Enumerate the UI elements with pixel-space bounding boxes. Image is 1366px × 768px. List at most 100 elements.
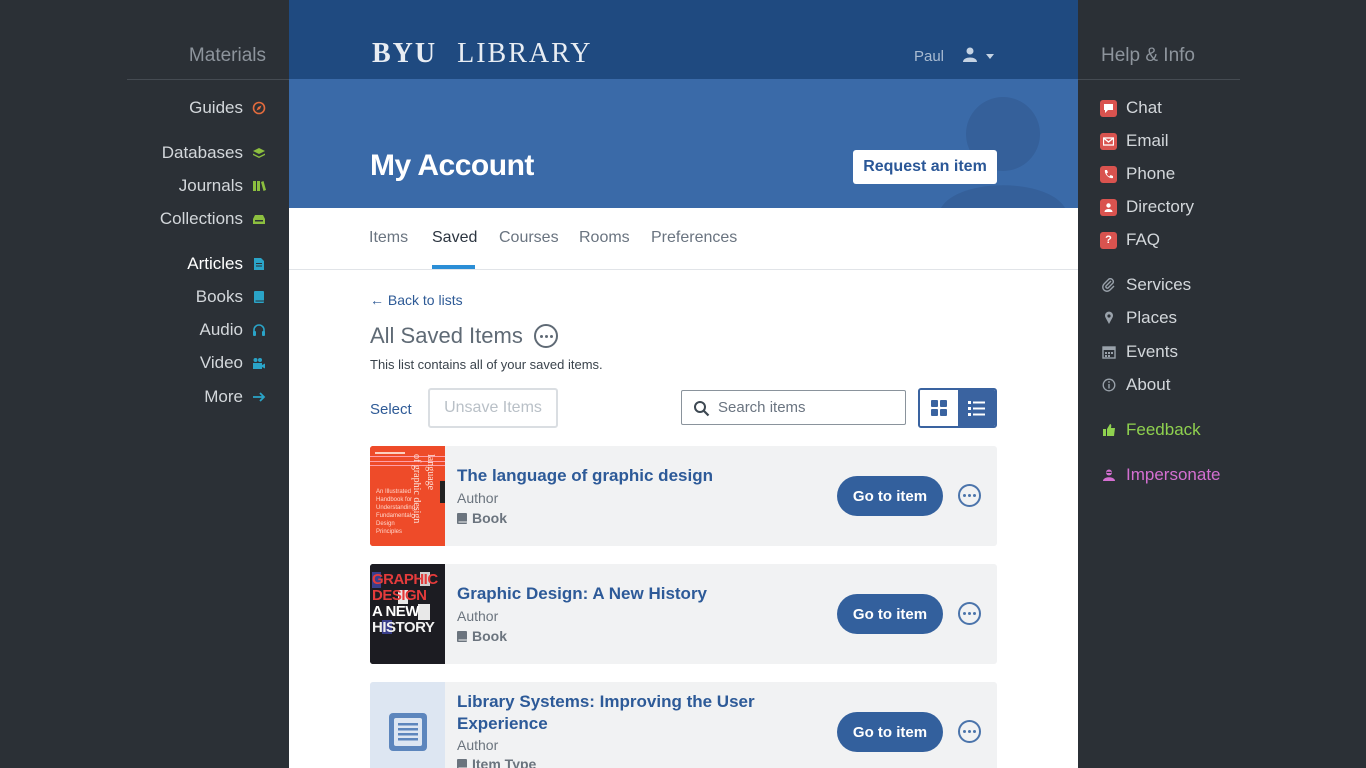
saved-item-card: Library Systems: Improving the User Expe… xyxy=(370,682,997,768)
view-toggle xyxy=(918,388,997,428)
sidebar-item-feedback[interactable]: Feedback xyxy=(1100,420,1201,440)
tab-items[interactable]: Items xyxy=(369,229,408,247)
sidebar-item-services[interactable]: Services xyxy=(1100,275,1191,295)
help-info-divider xyxy=(1078,79,1240,80)
main-panel: BYU LIBRARY Paul My Account Request an i… xyxy=(289,0,1078,768)
item-title-link[interactable]: Library Systems: Improving the User Expe… xyxy=(457,691,757,735)
item-options-icon[interactable] xyxy=(958,484,981,507)
sidebar-item-directory[interactable]: Directory xyxy=(1100,197,1194,217)
sidebar-item-books[interactable]: Books xyxy=(196,287,266,307)
sidebar-item-audio[interactable]: Audio xyxy=(200,320,266,340)
item-type-label: Book xyxy=(472,628,507,644)
sidebar-item-journals[interactable]: Journals xyxy=(179,176,266,196)
grid-view-button[interactable] xyxy=(920,390,958,426)
cover-title-1: language xyxy=(425,454,436,491)
journals-icon xyxy=(252,179,266,193)
sidebar-item-label: Chat xyxy=(1126,98,1162,117)
headphones-icon xyxy=(252,323,266,337)
search-field xyxy=(681,390,906,425)
sidebar-item-guides[interactable]: Guides xyxy=(189,98,266,118)
help-info-heading: Help & Info xyxy=(1101,45,1195,66)
user-icon xyxy=(962,46,978,67)
item-title-link[interactable]: Graphic Design: A New History xyxy=(457,583,757,605)
right-sidebar: Help & Info Chat Email Phone Directory ?… xyxy=(1078,0,1366,768)
user-name: Paul xyxy=(913,48,944,65)
saved-item-card: GRAPHIC DESIGN A NEW HISTORY Graphic Des… xyxy=(370,564,997,664)
go-to-item-button[interactable]: Go to item xyxy=(837,476,943,516)
tab-courses[interactable]: Courses xyxy=(499,229,559,247)
sidebar-item-label: Places xyxy=(1126,308,1178,327)
sidebar-item-label: Feedback xyxy=(1126,420,1201,439)
layers-icon xyxy=(252,146,266,160)
book-icon xyxy=(457,512,467,524)
info-icon xyxy=(1100,377,1117,394)
chat-icon xyxy=(1100,99,1117,117)
item-thumbnail[interactable] xyxy=(370,682,445,768)
item-type: Book xyxy=(457,510,507,526)
sidebar-item-label: Books xyxy=(195,287,243,306)
tab-saved[interactable]: Saved xyxy=(432,229,477,247)
request-item-button[interactable]: Request an item xyxy=(853,150,997,184)
document-icon xyxy=(389,713,427,751)
article-icon xyxy=(252,257,266,271)
user-menu[interactable]: Paul xyxy=(914,46,994,67)
logo-byu: BYU xyxy=(372,38,438,69)
sidebar-item-faq[interactable]: ? FAQ xyxy=(1100,230,1160,250)
impersonate-icon xyxy=(1100,467,1117,484)
sidebar-item-articles[interactable]: Articles xyxy=(187,254,266,274)
list-options-icon[interactable] xyxy=(534,324,558,348)
list-view-button[interactable] xyxy=(957,390,995,426)
unsave-items-button[interactable]: Unsave Items xyxy=(428,388,558,428)
go-to-item-button[interactable]: Go to item xyxy=(837,594,943,634)
phone-icon xyxy=(1100,165,1117,183)
sidebar-item-phone[interactable]: Phone xyxy=(1100,164,1175,184)
calendar-icon xyxy=(1100,344,1117,361)
item-options-icon[interactable] xyxy=(958,602,981,625)
sidebar-item-email[interactable]: Email xyxy=(1100,131,1169,151)
tab-rooms[interactable]: Rooms xyxy=(579,229,630,247)
cover-line-2: DESIGN xyxy=(372,587,427,604)
paperclip-icon xyxy=(1100,277,1117,294)
sidebar-item-databases[interactable]: Databases xyxy=(162,143,266,163)
item-title-link[interactable]: The language of graphic design xyxy=(457,465,757,487)
item-options-icon[interactable] xyxy=(958,720,981,743)
sidebar-item-impersonate[interactable]: Impersonate xyxy=(1100,465,1221,485)
search-input[interactable] xyxy=(718,391,898,424)
directory-icon xyxy=(1100,198,1117,216)
video-icon xyxy=(252,356,266,370)
top-bar: BYU LIBRARY Paul xyxy=(289,0,1078,79)
sidebar-item-label: FAQ xyxy=(1126,230,1161,249)
book-cover-image[interactable]: An Illustrated Handbook for Understandin… xyxy=(370,446,445,546)
account-hero: My Account Request an item xyxy=(289,79,1078,208)
byu-library-logo[interactable]: BYU LIBRARY xyxy=(372,38,592,70)
sidebar-item-chat[interactable]: Chat xyxy=(1100,98,1162,118)
sidebar-item-label: Events xyxy=(1126,342,1178,361)
sidebar-item-label: Directory xyxy=(1126,197,1195,216)
cover-title-2: of graphic design xyxy=(411,454,422,524)
item-type-label: Item Type xyxy=(472,756,537,768)
sidebar-item-about[interactable]: About xyxy=(1100,375,1170,395)
select-link[interactable]: Select xyxy=(370,401,412,418)
active-tab-indicator xyxy=(432,265,475,269)
back-to-lists-link[interactable]: ← Back to lists xyxy=(370,292,463,308)
sidebar-item-events[interactable]: Events xyxy=(1100,342,1178,362)
list-title: All Saved Items xyxy=(370,323,523,348)
sidebar-item-label: Guides xyxy=(189,98,243,117)
book-cover-image[interactable]: GRAPHIC DESIGN A NEW HISTORY xyxy=(370,564,445,664)
sidebar-item-label: Audio xyxy=(199,320,243,339)
list-description: This list contains all of your saved ite… xyxy=(370,357,603,372)
item-type: Book xyxy=(457,628,507,644)
sidebar-item-places[interactable]: Places xyxy=(1100,308,1177,328)
sidebar-item-label: Phone xyxy=(1126,164,1176,183)
sidebar-item-label: About xyxy=(1126,375,1171,394)
go-to-item-button[interactable]: Go to item xyxy=(837,712,943,752)
materials-heading: Materials xyxy=(188,45,266,66)
map-pin-icon xyxy=(1100,310,1117,327)
sidebar-item-collections[interactable]: Collections xyxy=(160,209,266,229)
cover-line-1: GRAPHIC xyxy=(372,571,438,588)
book-icon xyxy=(457,758,467,768)
sidebar-item-video[interactable]: Video xyxy=(200,353,266,373)
tab-preferences[interactable]: Preferences xyxy=(651,229,737,247)
search-icon xyxy=(694,401,710,417)
sidebar-item-more[interactable]: More xyxy=(204,387,266,407)
